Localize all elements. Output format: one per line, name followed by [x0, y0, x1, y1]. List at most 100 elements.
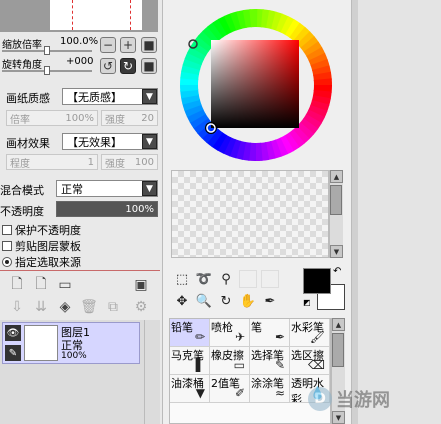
- rotate-slider[interactable]: [2, 66, 92, 75]
- blend-mode-value: 正常: [61, 182, 83, 196]
- tool-5[interactable]: 橡皮擦 ▭: [210, 347, 250, 375]
- effect-strength-field[interactable]: 强度 100: [101, 154, 158, 170]
- tool-3[interactable]: 水彩笔 🖌: [290, 319, 330, 347]
- zoom-value: 100.0%: [60, 36, 99, 47]
- right-panel: [352, 0, 441, 424]
- rotate-right-icon[interactable]: ↻: [120, 58, 136, 74]
- color-wheel[interactable]: [175, 4, 337, 166]
- zoom-icon[interactable]: 🔍: [195, 292, 213, 310]
- merge-down-icon[interactable]: ⇊: [32, 298, 50, 316]
- tool-7[interactable]: 选区擦 ⌫: [290, 347, 330, 375]
- texture-strength-field[interactable]: 强度 20: [101, 110, 158, 126]
- effect-degree-field[interactable]: 程度 1: [6, 154, 98, 170]
- layer-thumbnail: [24, 325, 58, 361]
- scroll-thumb[interactable]: [332, 333, 344, 367]
- magic-wand-icon[interactable]: ⚲: [217, 270, 235, 288]
- pencil-icon: ✏: [194, 330, 205, 344]
- transfer-down-icon[interactable]: ⇩: [8, 298, 26, 316]
- zoom-reset-button[interactable]: ■: [141, 37, 157, 53]
- hand-icon[interactable]: ✋: [239, 292, 257, 310]
- layer-mask-icon[interactable]: ▣: [132, 276, 150, 294]
- zoom-out-button[interactable]: −: [100, 37, 116, 53]
- paper-effect-value: 【无效果】: [67, 135, 122, 149]
- clear-layer-icon[interactable]: ◈: [56, 298, 74, 316]
- paper-effect-label: 画材效果: [6, 137, 50, 150]
- tool-0[interactable]: 铅笔 ✏: [170, 319, 210, 347]
- brush-tool-grid: 铅笔 ✏ 喷枪 ✈ 笔 ✒ 水彩笔 🖌 马克笔 ▌ 橡皮擦 ▭ 选择笔 ✎ 选区擦 ⌫ 油漆桶 ▼ 2值笔 ✐ 涂涂笔 ≈…: [170, 319, 330, 403]
- zoom-slider[interactable]: [2, 46, 92, 55]
- scratch-pad[interactable]: [171, 170, 329, 258]
- navigator-preview[interactable]: [0, 0, 158, 32]
- layer-properties-icon[interactable]: ⚙: [132, 298, 150, 316]
- paper-texture-value: 【无质感】: [67, 90, 122, 104]
- rect-select-icon[interactable]: ⬚: [173, 270, 191, 288]
- eye-icon[interactable]: 👁: [5, 325, 21, 341]
- middle-panel: ▲ ▼ ⬚ ➰ ⚲ ✥ 🔍 ↻ ✋ ✒ ↶ ◩ 铅笔 ✏ 喷枪 ✈ 笔 ✒ 水彩笔 🖌 马克笔 ▌…: [162, 0, 352, 424]
- blend-mode-label: 混合模式: [0, 184, 44, 197]
- tool-1[interactable]: 喷枪 ✈: [210, 319, 250, 347]
- scratch-scrollbar[interactable]: ▲ ▼: [329, 170, 343, 258]
- chevron-down-icon[interactable]: ▼: [142, 134, 157, 149]
- layer-scrollbar[interactable]: [144, 320, 158, 424]
- tool-6[interactable]: 选择笔 ✎: [250, 347, 290, 375]
- rotate-reset-button[interactable]: ■: [141, 58, 157, 74]
- checkbox-icon: [2, 241, 12, 251]
- layer-row[interactable]: 👁 ✎ 图层1 正常 100%: [2, 322, 140, 364]
- brush-icon: ✒: [274, 330, 285, 344]
- texture-scale-field[interactable]: 倍率 100%: [6, 110, 98, 126]
- protect-opacity-checkbox[interactable]: 保护不透明度: [2, 222, 81, 238]
- smudge-icon: ≈: [274, 386, 285, 400]
- bucket-icon: ▼: [195, 386, 205, 400]
- empty-tool-slot: [239, 270, 257, 288]
- tool-2[interactable]: 笔 ✒: [250, 319, 290, 347]
- marker-icon: ▌: [195, 358, 205, 372]
- duplicate-layer-icon[interactable]: ⧉: [104, 298, 122, 316]
- brush-tool-panel: 铅笔 ✏ 喷枪 ✈ 笔 ✒ 水彩笔 🖌 马克笔 ▌ 橡皮擦 ▭ 选择笔 ✎ 选区擦 ⌫ 油漆桶 ▼ 2值笔 ✐ 涂涂笔 ≈…: [169, 318, 331, 424]
- binary-pen-icon: ✐: [234, 386, 245, 400]
- airbrush-icon: ✈: [234, 330, 245, 344]
- panel-divider: [352, 0, 358, 424]
- chevron-down-icon[interactable]: ▼: [142, 181, 157, 196]
- empty-tool-slot: [261, 270, 279, 288]
- select-source-radio[interactable]: 指定选取来源: [2, 254, 81, 270]
- tool-label: 喷枪: [211, 321, 233, 334]
- tool-9[interactable]: 2值笔 ✐: [210, 375, 250, 403]
- opacity-label: 不透明度: [0, 205, 44, 218]
- new-linework-layer-icon[interactable]: 🗋: [32, 276, 50, 294]
- tool-4[interactable]: 马克笔 ▌: [170, 347, 210, 375]
- move-icon[interactable]: ✥: [173, 292, 191, 310]
- tool-label: 铅笔: [171, 321, 193, 334]
- tool-10[interactable]: 涂涂笔 ≈: [250, 375, 290, 403]
- rotate-value: +000: [66, 56, 94, 67]
- delete-layer-icon[interactable]: 🗑: [80, 298, 98, 316]
- pencil-lock-icon[interactable]: ✎: [5, 345, 21, 361]
- new-layer-icon[interactable]: 🗋: [8, 276, 26, 294]
- zoom-label: 缩放倍率: [2, 40, 42, 51]
- eyedropper-icon[interactable]: ✒: [261, 292, 279, 310]
- swap-colors-icon[interactable]: ↶: [333, 266, 341, 277]
- select-pen-icon: ✎: [274, 358, 285, 372]
- scroll-up-icon[interactable]: ▲: [330, 170, 343, 183]
- eraser-icon: ▭: [233, 358, 245, 372]
- lasso-icon[interactable]: ➰: [195, 270, 213, 288]
- tool-label: 笔: [251, 321, 262, 334]
- rotate-left-icon[interactable]: ↺: [100, 58, 116, 74]
- watermark: D 当游网: [308, 386, 390, 412]
- scroll-down-icon[interactable]: ▼: [332, 411, 345, 424]
- clip-group-checkbox[interactable]: 剪贴图层蒙板: [2, 238, 81, 254]
- zoom-in-button[interactable]: +: [120, 37, 136, 53]
- new-folder-icon[interactable]: ▭: [56, 276, 74, 294]
- scroll-up-icon[interactable]: ▲: [332, 318, 345, 331]
- chevron-down-icon[interactable]: ▼: [142, 89, 157, 104]
- scroll-down-icon[interactable]: ▼: [330, 245, 343, 258]
- rotate-view-icon[interactable]: ↻: [217, 292, 235, 310]
- opacity-slider[interactable]: 100%: [56, 201, 158, 217]
- layer-opacity: 100%: [61, 351, 87, 361]
- left-panel: 缩放倍率 100.0% − + ■ 旋转角度 +000 ↺ ↻ ■ 画纸质感 【…: [0, 0, 162, 424]
- foreground-color-swatch[interactable]: [303, 268, 331, 294]
- watercolor-icon: 🖌: [309, 330, 325, 344]
- reset-colors-icon[interactable]: ◩: [303, 298, 311, 307]
- paper-texture-label: 画纸质感: [6, 92, 50, 105]
- tool-8[interactable]: 油漆桶 ▼: [170, 375, 210, 403]
- scroll-thumb[interactable]: [330, 185, 342, 215]
